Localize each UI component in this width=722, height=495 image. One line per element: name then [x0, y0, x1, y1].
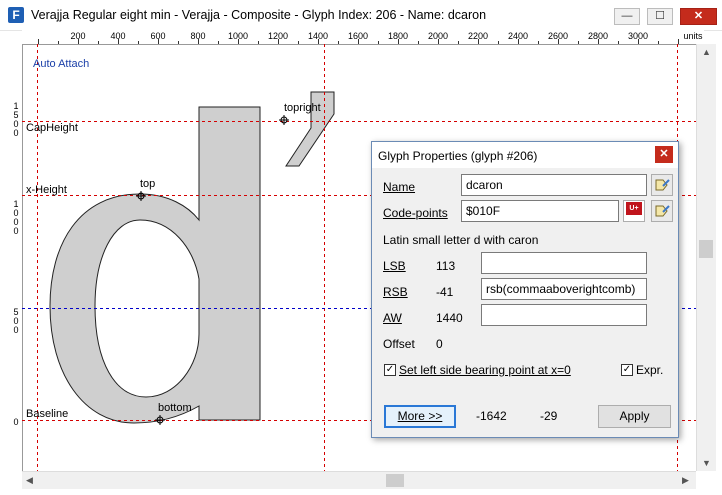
auto-attach-link[interactable]: Auto Attach [33, 58, 89, 70]
aw-value: 1440 [436, 311, 463, 325]
horizontal-scroll-thumb[interactable] [386, 474, 404, 487]
dialog-close-button[interactable]: ✕ [655, 146, 673, 163]
codepoints-field[interactable]: $010F [461, 200, 619, 222]
glyph-d-outline [49, 106, 261, 424]
name-label: Name [383, 180, 416, 194]
top-ruler: 200 400 600 800 1000 1200 1400 1600 1800… [22, 30, 704, 45]
aw-label: AW [383, 311, 402, 325]
maximize-button[interactable]: ☐ [647, 8, 673, 25]
codepoints-label: Code-points [383, 206, 448, 220]
ruler-label-1000: 1 0 0 0 [12, 200, 20, 236]
horizontal-scrollbar[interactable]: ◀ ▶ [22, 471, 696, 489]
app-icon[interactable]: F [8, 7, 24, 23]
rsb-label: RSB [383, 285, 408, 299]
expr-checkbox[interactable]: ✓ [621, 364, 633, 376]
anchor-top-label: top [140, 178, 156, 190]
dialog-title: Glyph Properties (glyph #206) [378, 149, 538, 163]
ruler-digit: 0 [13, 417, 19, 427]
scroll-right-arrow-icon[interactable]: ▶ [682, 475, 689, 486]
left-ruler: 1 5 0 0 1 0 0 0 5 0 0 0 [0, 44, 23, 471]
cursor-x-coordinate: -1642 [476, 409, 507, 423]
glyph-description: Latin small letter d with caron [383, 233, 539, 247]
offset-value: 0 [436, 337, 443, 351]
scroll-left-arrow-icon[interactable]: ◀ [26, 475, 33, 486]
ruler-digit: 0 [13, 128, 19, 138]
cap-height-label: CapHeight [26, 122, 78, 134]
unicode-icon: U+ [626, 202, 642, 215]
set-lsb-checkbox[interactable]: ✓ [384, 364, 396, 376]
ruler-digit: 0 [13, 226, 19, 236]
rsb-expression-field[interactable]: rsb(commaaboverightcomb) [481, 278, 647, 300]
anchor-bottom-label: bottom [158, 402, 192, 414]
bookmark-pencil-icon [655, 205, 670, 217]
more-button[interactable]: More >> [384, 405, 456, 428]
codepoints-pick-button[interactable] [651, 200, 673, 222]
ruler-label-500: 5 0 0 [12, 308, 20, 335]
dialog-title-bar[interactable]: Glyph Properties (glyph #206) ✕ [372, 142, 678, 168]
aw-expression-field[interactable] [481, 304, 647, 326]
ruler-label-0: 0 [12, 418, 20, 427]
anchor-topright-label: topright [284, 102, 321, 114]
window-title: Verajja Regular eight min - Verajja - Co… [31, 8, 487, 22]
expr-label[interactable]: Expr. [636, 363, 663, 377]
minimize-button[interactable]: — [614, 8, 640, 25]
close-button[interactable]: ✕ [680, 8, 717, 25]
vertical-scrollbar[interactable]: ▲ ▼ [696, 44, 716, 471]
x-height-label: x-Height [26, 184, 67, 196]
scroll-up-arrow-icon[interactable]: ▲ [702, 47, 711, 57]
scroll-down-arrow-icon[interactable]: ▼ [702, 458, 711, 468]
lsb-label: LSB [383, 259, 406, 273]
more-button-label: More >> [397, 409, 443, 423]
lsb-expression-field[interactable] [481, 252, 647, 274]
baseline-label: Baseline [26, 408, 69, 420]
offset-label: Offset [383, 337, 415, 351]
vertical-scroll-thumb[interactable] [699, 240, 713, 258]
apply-button[interactable]: Apply [598, 405, 671, 428]
bookmark-pencil-icon [655, 179, 670, 191]
cursor-y-coordinate: -29 [540, 409, 558, 423]
anchor-topright-marker[interactable] [279, 115, 289, 125]
name-pick-button[interactable] [651, 174, 673, 196]
title-bar: F Verajja Regular eight min - Verajja - … [0, 0, 722, 31]
name-field[interactable]: dcaron [461, 174, 647, 196]
rsb-value: -41 [436, 285, 454, 299]
lsb-value: 113 [436, 259, 456, 273]
ruler-label-1500: 1 5 0 0 [12, 102, 20, 138]
set-lsb-label[interactable]: Set left side bearing point at x=0 [399, 363, 571, 377]
unicode-lookup-button[interactable]: U+ [623, 200, 645, 222]
ruler-digit: 0 [13, 325, 19, 335]
glyph-properties-dialog: Glyph Properties (glyph #206) ✕ Name dca… [371, 141, 679, 438]
